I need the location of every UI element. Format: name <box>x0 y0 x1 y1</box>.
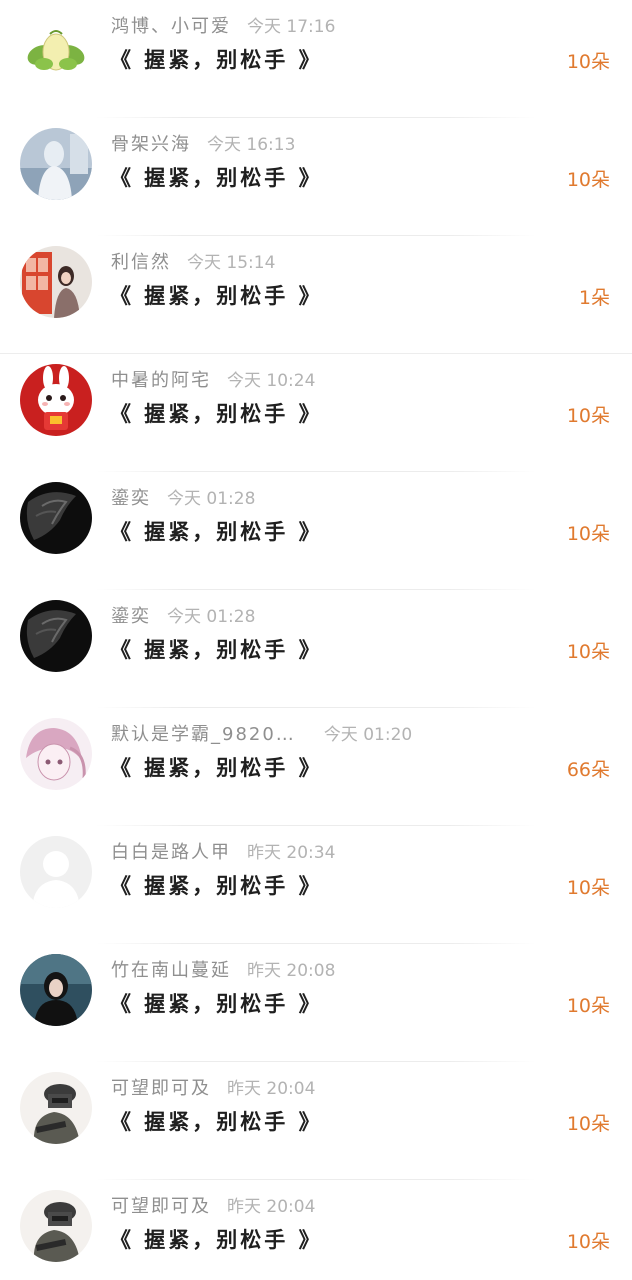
item-title: 《 握紧，别松手 》 <box>110 1110 323 1134</box>
item-title: 《 握紧，别松手 》 <box>110 874 323 898</box>
photo-avatar-red-booth[interactable] <box>20 246 92 318</box>
timestamp: 昨天 20:04 <box>227 1197 316 1217</box>
item-meta: 利信然 今天 15:14 <box>111 250 275 276</box>
timestamp: 今天 01:20 <box>323 725 413 745</box>
item-meta: 骨架兴海 今天 16:13 <box>111 132 295 158</box>
username[interactable]: 骨架兴海 <box>111 134 191 155</box>
item-title: 《 握紧，别松手 》 <box>110 638 323 662</box>
timestamp: 今天 01:28 <box>167 489 256 509</box>
item-title: 《 握紧，别松手 》 <box>110 520 323 544</box>
item-title: 《 握紧，别松手 》 <box>110 402 323 426</box>
timestamp: 今天 10:24 <box>227 371 316 391</box>
leaf-avatar[interactable] <box>20 10 92 82</box>
list-item[interactable]: 鎏奕 今天 01:28 《 握紧，别松手 》 10朵 <box>0 472 632 590</box>
username[interactable]: 白白是路人甲 <box>111 842 231 863</box>
username[interactable]: 可望即可及 <box>111 1196 211 1217</box>
portrait-avatar-dark[interactable] <box>20 954 92 1026</box>
timestamp: 昨天 20:04 <box>227 1079 316 1099</box>
item-meta: 竹在南山蔓延 昨天 20:08 <box>111 958 335 984</box>
soldier-avatar[interactable] <box>20 1190 92 1262</box>
timestamp: 今天 01:28 <box>167 607 256 627</box>
list-item[interactable]: 可望即可及 昨天 20:04 《 握紧，别松手 》 10朵 <box>0 1062 632 1180</box>
username[interactable]: 利信然 <box>111 252 171 273</box>
item-meta: 默认是学霸_9820… 今天 01:20 <box>111 722 412 748</box>
photo-avatar-light[interactable] <box>20 128 92 200</box>
flower-count: 10朵 <box>566 641 610 663</box>
flower-count: 10朵 <box>566 405 610 427</box>
list-item[interactable]: 中暑的阿宅 今天 10:24 《 握紧，别松手 》 10朵 <box>0 354 632 472</box>
item-title: 《 握紧，别松手 》 <box>110 284 323 308</box>
username[interactable]: 中暑的阿宅 <box>111 370 211 391</box>
item-meta: 可望即可及 昨天 20:04 <box>111 1076 315 1102</box>
item-title: 《 握紧，别松手 》 <box>110 756 323 780</box>
timestamp: 昨天 20:08 <box>247 961 336 981</box>
dark-abstract-avatar[interactable] <box>20 600 92 672</box>
flower-count: 10朵 <box>566 1231 610 1253</box>
list-item[interactable]: 白白是路人甲 昨天 20:34 《 握紧，别松手 》 10朵 <box>0 826 632 944</box>
username[interactable]: 默认是学霸_9820… <box>111 724 296 745</box>
item-title: 《 握紧，别松手 》 <box>110 1228 323 1252</box>
item-meta: 鎏奕 今天 01:28 <box>111 486 255 512</box>
item-meta: 白白是路人甲 昨天 20:34 <box>111 840 335 866</box>
gift-record-list: 鸿博、小可爱 今天 17:16 《 握紧，别松手 》 10朵 骨架兴海 今天 16:… <box>0 0 632 1280</box>
anime-sketch-avatar[interactable] <box>20 718 92 790</box>
item-title: 《 握紧，别松手 》 <box>110 992 323 1016</box>
flower-count: 1朵 <box>578 287 610 309</box>
username[interactable]: 竹在南山蔓延 <box>111 960 231 981</box>
flower-count: 10朵 <box>566 169 610 191</box>
flower-count: 10朵 <box>566 877 610 899</box>
list-item[interactable]: 鎏奕 今天 01:28 《 握紧，别松手 》 10朵 <box>0 590 632 708</box>
list-item[interactable]: 骨架兴海 今天 16:13 《 握紧，别松手 》 10朵 <box>0 118 632 236</box>
list-item[interactable]: 默认是学霸_9820… 今天 01:20 《 握紧，别松手 》 66朵 <box>0 708 632 826</box>
list-item[interactable]: 鸿博、小可爱 今天 17:16 《 握紧，别松手 》 10朵 <box>0 0 632 118</box>
item-title: 《 握紧，别松手 》 <box>110 166 323 190</box>
item-meta: 鎏奕 今天 01:28 <box>111 604 255 630</box>
list-item[interactable]: 竹在南山蔓延 昨天 20:08 《 握紧，别松手 》 10朵 <box>0 944 632 1062</box>
item-title: 《 握紧，别松手 》 <box>110 48 323 72</box>
rabbit-avatar[interactable] <box>20 364 92 436</box>
flower-count: 10朵 <box>566 1113 610 1135</box>
flower-count: 10朵 <box>566 51 610 73</box>
dark-abstract-avatar[interactable] <box>20 482 92 554</box>
list-item[interactable]: 可望即可及 昨天 20:04 《 握紧，别松手 》 10朵 <box>0 1180 632 1280</box>
username[interactable]: 鎏奕 <box>111 606 151 627</box>
item-meta: 中暑的阿宅 今天 10:24 <box>111 368 315 394</box>
username[interactable]: 鸿博、小可爱 <box>111 16 231 37</box>
item-meta: 可望即可及 昨天 20:04 <box>111 1194 315 1220</box>
timestamp: 昨天 20:34 <box>247 843 336 863</box>
username[interactable]: 可望即可及 <box>111 1078 211 1099</box>
username[interactable]: 鎏奕 <box>111 488 151 509</box>
soldier-avatar[interactable] <box>20 1072 92 1144</box>
timestamp: 今天 17:16 <box>247 17 336 37</box>
list-item[interactable]: 利信然 今天 15:14 《 握紧，别松手 》 1朵 <box>0 236 632 354</box>
flower-count: 10朵 <box>566 995 610 1017</box>
default-user-avatar[interactable] <box>20 836 92 908</box>
item-meta: 鸿博、小可爱 今天 17:16 <box>111 14 335 40</box>
flower-count: 10朵 <box>566 523 610 545</box>
timestamp: 今天 15:14 <box>187 253 276 273</box>
timestamp: 今天 16:13 <box>207 135 296 155</box>
flower-count: 66朵 <box>566 759 610 781</box>
